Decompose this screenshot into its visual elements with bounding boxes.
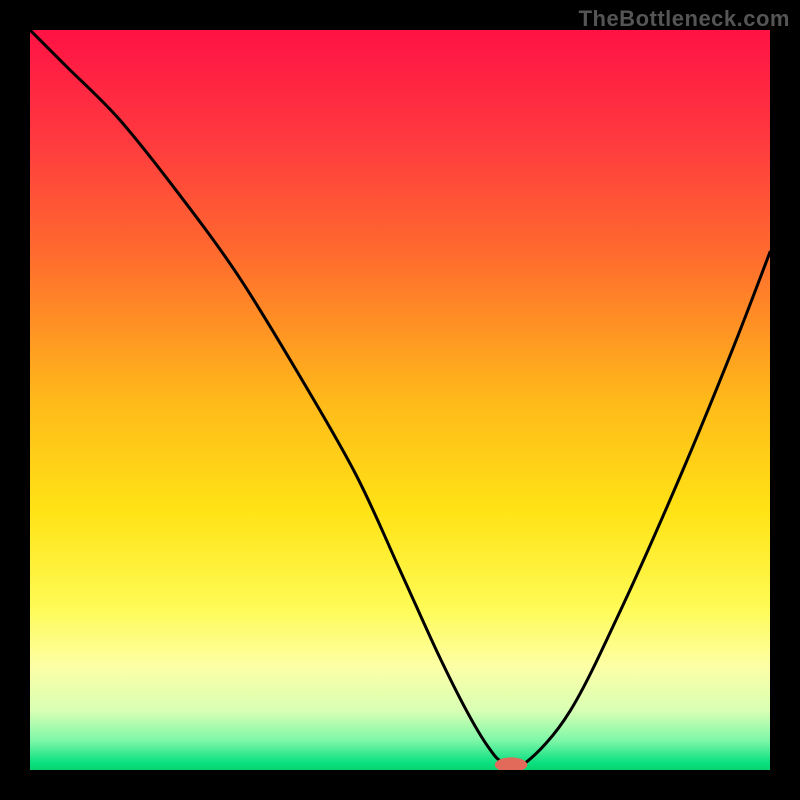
plot-area bbox=[30, 30, 770, 770]
watermark-text: TheBottleneck.com bbox=[579, 6, 790, 32]
gradient-background bbox=[30, 30, 770, 770]
chart-frame: TheBottleneck.com bbox=[0, 0, 800, 800]
chart-svg bbox=[30, 30, 770, 770]
